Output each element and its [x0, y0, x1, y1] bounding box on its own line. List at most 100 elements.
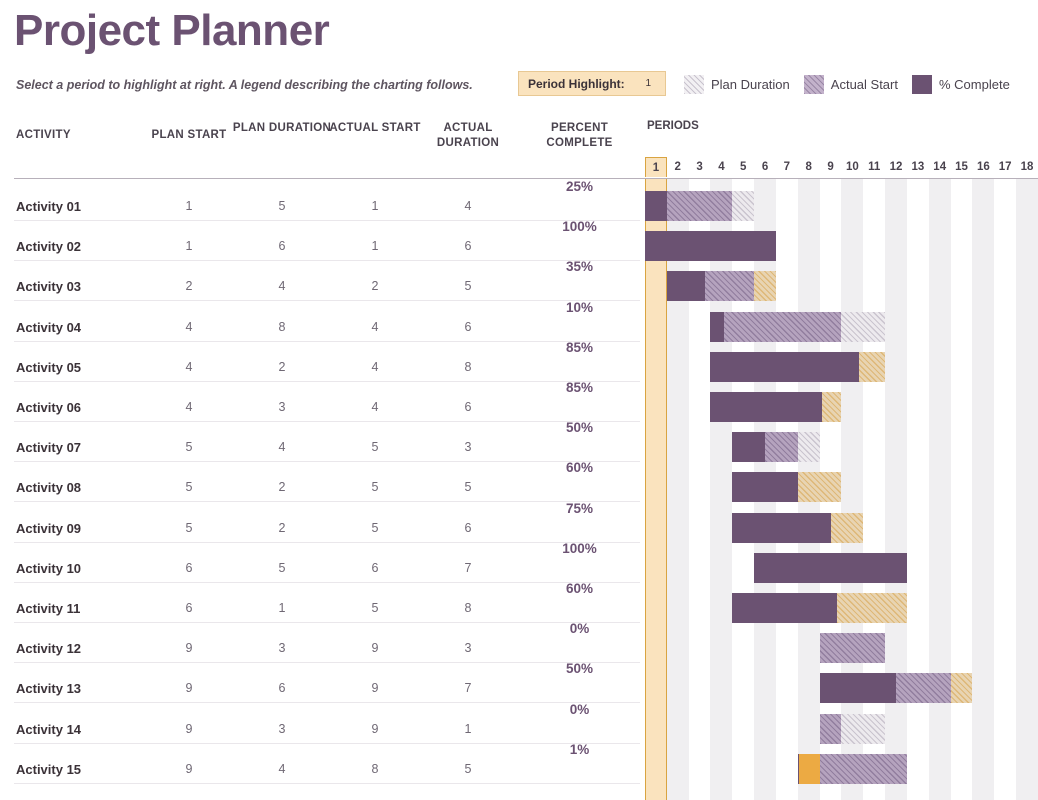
- legend-label-plan-duration: Plan Duration: [711, 77, 790, 92]
- bar-segment-overrun-remaining: [831, 513, 864, 543]
- column-header-percent-complete: PERCENT COMPLETE: [527, 121, 632, 151]
- cell-percent-complete: 35%: [527, 259, 632, 274]
- period-column-header-15[interactable]: 15: [951, 157, 973, 177]
- cell-percent-complete: 60%: [527, 581, 632, 596]
- cell-plan-duration: 5: [232, 561, 332, 575]
- period-column-header-4[interactable]: 4: [710, 157, 732, 177]
- cell-actual-duration: 3: [418, 440, 518, 454]
- cell-plan-duration: 4: [232, 762, 332, 776]
- chart-legend: Plan Duration Actual Start % Complete: [684, 75, 1024, 94]
- column-header-plan-duration: PLAN DURATION: [232, 121, 332, 136]
- period-column-header-2[interactable]: 2: [667, 157, 689, 177]
- cell-actual-start: 5: [325, 521, 425, 535]
- gantt-bar-row[interactable]: [645, 231, 1038, 261]
- period-column-header-12[interactable]: 12: [885, 157, 907, 177]
- bar-segment-percent-complete: [710, 392, 821, 422]
- cell-actual-start: 4: [325, 360, 425, 374]
- cell-plan-duration: 8: [232, 320, 332, 334]
- period-column-header-17[interactable]: 17: [994, 157, 1016, 177]
- gantt-bar-row[interactable]: [645, 271, 1038, 301]
- cell-actual-start: 1: [325, 239, 425, 253]
- period-column-header-14[interactable]: 14: [929, 157, 951, 177]
- cell-actual-duration: 6: [418, 521, 518, 535]
- bar-segment-percent-complete: [798, 754, 799, 784]
- gantt-bar-row[interactable]: [645, 633, 1038, 663]
- cell-plan-duration: 2: [232, 360, 332, 374]
- period-column-header-16[interactable]: 16: [972, 157, 994, 177]
- period-column-header-1[interactable]: 1: [645, 157, 667, 177]
- cell-actual-duration: 6: [418, 320, 518, 334]
- cell-plan-start: 9: [135, 641, 243, 655]
- column-header-actual-start: ACTUAL START: [325, 121, 425, 136]
- gantt-bar-row[interactable]: [645, 714, 1038, 744]
- period-highlight-control[interactable]: Period Highlight: 1: [518, 71, 666, 96]
- bar-segment-overrun-remaining: [837, 593, 907, 623]
- bar-segment-percent-complete: [732, 593, 837, 623]
- cell-plan-duration: 3: [232, 641, 332, 655]
- gantt-bar-row[interactable]: [645, 352, 1038, 382]
- period-column-header-11[interactable]: 11: [863, 157, 885, 177]
- cell-actual-start: 6: [325, 561, 425, 575]
- cell-activity: Activity 02: [16, 239, 81, 254]
- cell-activity: Activity 09: [16, 521, 81, 536]
- cell-actual-start: 8: [325, 762, 425, 776]
- cell-plan-start: 5: [135, 521, 243, 535]
- bar-segment-percent-complete: [732, 472, 797, 502]
- cell-percent-complete: 0%: [527, 702, 632, 717]
- gantt-bar-row[interactable]: [645, 593, 1038, 623]
- legend-item-percent-complete: % Complete: [912, 75, 1010, 94]
- bar-segment-percent-complete: [732, 432, 765, 462]
- cell-percent-complete: 100%: [527, 219, 632, 234]
- period-column-header-10[interactable]: 10: [841, 157, 863, 177]
- cell-plan-start: 1: [135, 239, 243, 253]
- cell-plan-start: 9: [135, 681, 243, 695]
- cell-activity: Activity 03: [16, 279, 81, 294]
- cell-activity: Activity 12: [16, 641, 81, 656]
- cell-plan-start: 9: [135, 722, 243, 736]
- gantt-bar-row[interactable]: [645, 432, 1038, 462]
- row-divider: [14, 783, 640, 784]
- period-column-header-7[interactable]: 7: [776, 157, 798, 177]
- gantt-bar-row[interactable]: [645, 312, 1038, 342]
- gantt-bar-row[interactable]: [645, 754, 1038, 784]
- cell-actual-start: 5: [325, 480, 425, 494]
- cell-activity: Activity 13: [16, 681, 81, 696]
- period-column-header-13[interactable]: 13: [907, 157, 929, 177]
- bar-segment-overrun-remaining: [798, 472, 842, 502]
- bar-segment-actual-start: [820, 714, 842, 744]
- gantt-bar-row[interactable]: [645, 392, 1038, 422]
- gantt-bar-row[interactable]: [645, 513, 1038, 543]
- bar-segment-early-start: [798, 754, 820, 784]
- cell-actual-start: 4: [325, 320, 425, 334]
- cell-plan-duration: 1: [232, 601, 332, 615]
- period-column-header-3[interactable]: 3: [689, 157, 711, 177]
- cell-percent-complete: 100%: [527, 541, 632, 556]
- period-column-header-6[interactable]: 6: [754, 157, 776, 177]
- gantt-bar-row[interactable]: [645, 673, 1038, 703]
- cell-percent-complete: 50%: [527, 420, 632, 435]
- cell-activity: Activity 06: [16, 400, 81, 415]
- cell-percent-complete: 75%: [527, 501, 632, 516]
- cell-plan-start: 6: [135, 601, 243, 615]
- period-column-header-9[interactable]: 9: [820, 157, 842, 177]
- cell-actual-start: 4: [325, 400, 425, 414]
- column-header-periods: PERIODS: [647, 120, 699, 132]
- plan-duration-swatch-icon: [684, 75, 704, 94]
- gantt-bar-row[interactable]: [645, 191, 1038, 221]
- gantt-bar-row[interactable]: [645, 553, 1038, 583]
- column-header-activity: ACTIVITY: [16, 128, 71, 143]
- cell-percent-complete: 1%: [527, 742, 632, 757]
- bar-segment-percent-complete: [732, 513, 830, 543]
- cell-plan-duration: 5: [232, 199, 332, 213]
- gantt-chart: [645, 179, 1038, 800]
- period-column-header-5[interactable]: 5: [732, 157, 754, 177]
- cell-plan-duration: 6: [232, 681, 332, 695]
- period-column-header-18[interactable]: 18: [1016, 157, 1038, 177]
- cell-actual-duration: 4: [418, 199, 518, 213]
- period-column-header-8[interactable]: 8: [798, 157, 820, 177]
- cell-actual-duration: 8: [418, 360, 518, 374]
- gantt-bar-row[interactable]: [645, 472, 1038, 502]
- cell-plan-duration: 2: [232, 521, 332, 535]
- period-highlight-label: Period Highlight:: [528, 77, 625, 91]
- period-highlight-value[interactable]: 1: [645, 78, 651, 89]
